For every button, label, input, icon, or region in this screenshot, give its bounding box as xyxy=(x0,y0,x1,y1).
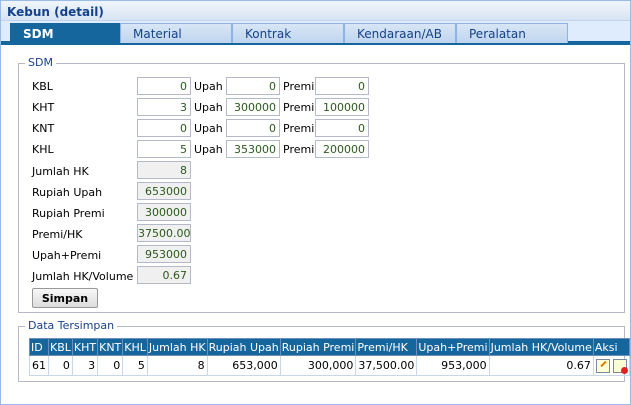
rupiah-premi-field: 300000 xyxy=(137,203,191,221)
column-header[interactable]: Premi/HK xyxy=(355,338,418,356)
kbl-premi-input[interactable]: 0 xyxy=(315,77,369,95)
rupiah-upah-label: Rupiah Upah xyxy=(32,186,103,199)
knt-count-input[interactable]: 0 xyxy=(137,119,191,137)
table-row: 61 0 3 0 5 8 653,000 300,000 37,500.00 9… xyxy=(29,355,631,376)
kbl-count-input[interactable]: 0 xyxy=(137,77,191,95)
table-cell: 300,000 xyxy=(279,355,357,376)
column-header[interactable]: Jumlah HK/Volume xyxy=(488,338,594,356)
kbl-upah-input[interactable]: 0 xyxy=(226,77,280,95)
column-header[interactable]: Rupiah Premi xyxy=(279,338,357,356)
table-header-row: ID KBL KHT KNT KHL Jumlah HK Rupiah Upah… xyxy=(29,338,631,356)
jumlah-hk-label: Jumlah HK xyxy=(32,165,89,178)
table-cell: 653,000 xyxy=(206,355,281,376)
premi-per-hk-field: 37500.00 xyxy=(137,224,191,242)
knt-upah-label: Upah xyxy=(194,122,223,135)
column-header[interactable]: Jumlah HK xyxy=(146,338,208,356)
knt-upah-input[interactable]: 0 xyxy=(226,119,280,137)
table-cell: 0.67 xyxy=(488,355,594,376)
table-cell: 37,500.00 xyxy=(355,355,418,376)
khl-count-input[interactable]: 5 xyxy=(137,140,191,158)
khl-upah-label: Upah xyxy=(194,143,223,156)
knt-label: KNT xyxy=(32,122,55,135)
column-header[interactable]: KHL xyxy=(122,338,148,356)
jumlah-hk-field: 8 xyxy=(137,161,191,179)
panel-title: Kebun (detail) xyxy=(7,5,104,19)
table-cell: 953,000 xyxy=(416,355,490,376)
kht-premi-input[interactable]: 100000 xyxy=(315,98,369,116)
tab-sdm[interactable]: SDM xyxy=(10,23,120,43)
delete-icon[interactable] xyxy=(613,358,629,374)
table-cell: 0 xyxy=(97,355,124,376)
table-cell: 3 xyxy=(71,355,99,376)
kht-upah-label: Upah xyxy=(194,101,223,114)
jumlah-hk-volume-label: Jumlah HK/Volume xyxy=(32,270,134,283)
khl-upah-input[interactable]: 353000 xyxy=(226,140,280,158)
knt-premi-input[interactable]: 0 xyxy=(315,119,369,137)
table-cell: 0 xyxy=(48,355,73,376)
kbl-upah-label: Upah xyxy=(194,80,223,93)
saved-legend: Data Tersimpan xyxy=(25,319,118,332)
khl-label: KHL xyxy=(32,143,54,156)
kht-count-input[interactable]: 3 xyxy=(137,98,191,116)
jumlah-hk-volume-field: 0.67 xyxy=(137,266,191,284)
column-header[interactable]: KNT xyxy=(97,338,124,356)
rupiah-premi-label: Rupiah Premi xyxy=(32,207,105,220)
detail-panel: Kebun (detail) SDM Material Kontrak Kend… xyxy=(0,0,631,405)
sdm-legend: SDM xyxy=(25,56,56,69)
kbl-premi-label: Premi xyxy=(283,80,315,93)
column-header[interactable]: ID xyxy=(29,338,49,356)
tab-material[interactable]: Material xyxy=(120,23,232,43)
upah-premi-field: 953000 xyxy=(137,245,191,263)
kbl-label: KBL xyxy=(32,80,53,93)
tab-kontrak[interactable]: Kontrak xyxy=(232,23,344,43)
tab-peralatan[interactable]: Peralatan xyxy=(456,23,568,43)
simpan-button[interactable]: Simpan xyxy=(32,288,98,308)
table-cell: 61 xyxy=(29,355,49,376)
column-header[interactable]: Aksi xyxy=(592,338,631,356)
upah-premi-label: Upah+Premi xyxy=(32,249,102,262)
kht-premi-label: Premi xyxy=(283,101,315,114)
column-header[interactable]: KHT xyxy=(71,338,99,356)
tab-kendaraan-ab[interactable]: Kendaraan/AB xyxy=(344,23,456,43)
tab-bar: SDM Material Kontrak Kendaraan/AB Perala… xyxy=(1,21,630,45)
knt-premi-label: Premi xyxy=(283,122,315,135)
table-cell: 8 xyxy=(146,355,208,376)
kht-upah-input[interactable]: 300000 xyxy=(226,98,280,116)
edit-icon[interactable] xyxy=(595,358,610,373)
panel-header: Kebun (detail) xyxy=(1,1,630,21)
column-header[interactable]: Upah+Premi xyxy=(416,338,490,356)
kht-label: KHT xyxy=(32,101,55,114)
rupiah-upah-field: 653000 xyxy=(137,182,191,200)
column-header[interactable]: Rupiah Upah xyxy=(206,338,281,356)
actions-cell xyxy=(592,355,631,376)
column-header[interactable]: KBL xyxy=(48,338,73,356)
saved-data-table: ID KBL KHT KNT KHL Jumlah HK Rupiah Upah… xyxy=(29,338,631,376)
khl-premi-input[interactable]: 200000 xyxy=(315,140,369,158)
khl-premi-label: Premi xyxy=(283,143,315,156)
table-cell: 5 xyxy=(122,355,148,376)
premi-per-hk-label: Premi/HK xyxy=(32,228,83,241)
